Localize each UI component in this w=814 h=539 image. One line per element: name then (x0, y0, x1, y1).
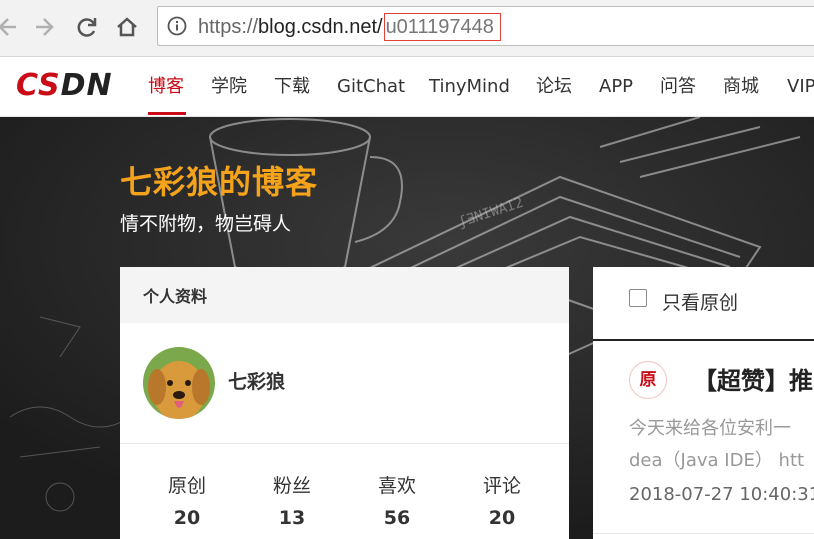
nav-item-forum[interactable]: 论坛 (536, 75, 572, 99)
divider (120, 443, 569, 444)
nav-item-mall[interactable]: 商城 (723, 75, 759, 99)
article-desc-line2: dea（Java IDE） htt (629, 450, 805, 471)
back-arrow-icon[interactable] (0, 12, 20, 42)
article-date: 2018-07-27 10:40:31 (629, 484, 814, 505)
stat-original[interactable]: 原创 20 (147, 473, 227, 531)
stat-comments[interactable]: 评论 20 (462, 473, 542, 531)
nav-item-app[interactable]: APP (599, 75, 633, 99)
reload-icon[interactable] (74, 12, 100, 42)
stat-label: 粉丝 (272, 475, 311, 497)
stat-likes[interactable]: 喜欢 56 (357, 473, 437, 531)
blog-subtitle: 情不附物，物岂碍人 (120, 213, 292, 235)
stat-label: 原创 (167, 475, 206, 497)
stat-value: 20 (173, 507, 201, 529)
article-title[interactable]: 【超赞】推 (693, 361, 813, 396)
article-description: 今天来给各位安利一 dea（Java IDE） htt (629, 413, 814, 477)
csdn-logo[interactable]: CSDN (16, 70, 113, 102)
browser-toolbar: https://blog.csdn.net/u011197448 (0, 0, 814, 57)
url-text[interactable]: https://blog.csdn.net/u011197448 (198, 13, 501, 41)
stat-value: 56 (383, 507, 411, 529)
stat-value: 13 (278, 507, 306, 529)
username[interactable]: 七彩狼 (228, 367, 285, 394)
article-desc-line1: 今天来给各位安利一 (629, 418, 791, 439)
article-divider (593, 533, 814, 534)
stat-fans[interactable]: 粉丝 13 (252, 473, 332, 531)
original-only-checkbox[interactable] (629, 289, 647, 307)
profile-header-label: 个人资料 (143, 287, 208, 306)
address-bar[interactable]: https://blog.csdn.net/u011197448 (157, 6, 814, 46)
blog-title[interactable]: 七彩狼的博客 (120, 162, 318, 202)
url-scheme: https:// (198, 16, 259, 38)
original-only-label[interactable]: 只看原创 (662, 288, 738, 315)
nav-item-academy[interactable]: 学院 (211, 75, 247, 99)
stat-label: 评论 (482, 475, 521, 497)
active-tab-underline (148, 112, 186, 115)
avatar[interactable] (143, 347, 215, 419)
nav-item-qa[interactable]: 问答 (660, 75, 696, 99)
stat-value: 20 (488, 507, 516, 529)
home-icon[interactable] (114, 12, 140, 42)
article-list-panel: 只看原创 原 【超赞】推 今天来给各位安利一 dea（Java IDE） htt… (593, 267, 814, 539)
nav-item-download[interactable]: 下载 (274, 75, 310, 99)
url-host: blog.csdn.net/ (258, 16, 383, 38)
info-icon[interactable] (167, 16, 187, 36)
profile-header: 个人资料 (120, 267, 569, 323)
original-badge: 原 (629, 361, 667, 399)
url-path-highlight: u011197448 (383, 13, 501, 41)
site-nav: CSDN 博客 学院 下载 GitChat TinyMind 论坛 APP 问答… (0, 57, 814, 117)
forward-arrow-icon[interactable] (32, 12, 58, 42)
stat-label: 喜欢 (377, 475, 416, 497)
nav-item-tinymind[interactable]: TinyMind (429, 75, 510, 99)
filter-row: 只看原创 (593, 267, 814, 341)
profile-card: 个人资料 七彩狼 原创 20 粉丝 13 喜欢 56 评论 20 (120, 267, 569, 539)
nav-item-vip[interactable]: VIP (787, 75, 814, 99)
dog-avatar-icon (143, 347, 215, 419)
nav-item-gitchat[interactable]: GitChat (337, 75, 405, 99)
nav-item-blog[interactable]: 博客 (148, 75, 184, 99)
